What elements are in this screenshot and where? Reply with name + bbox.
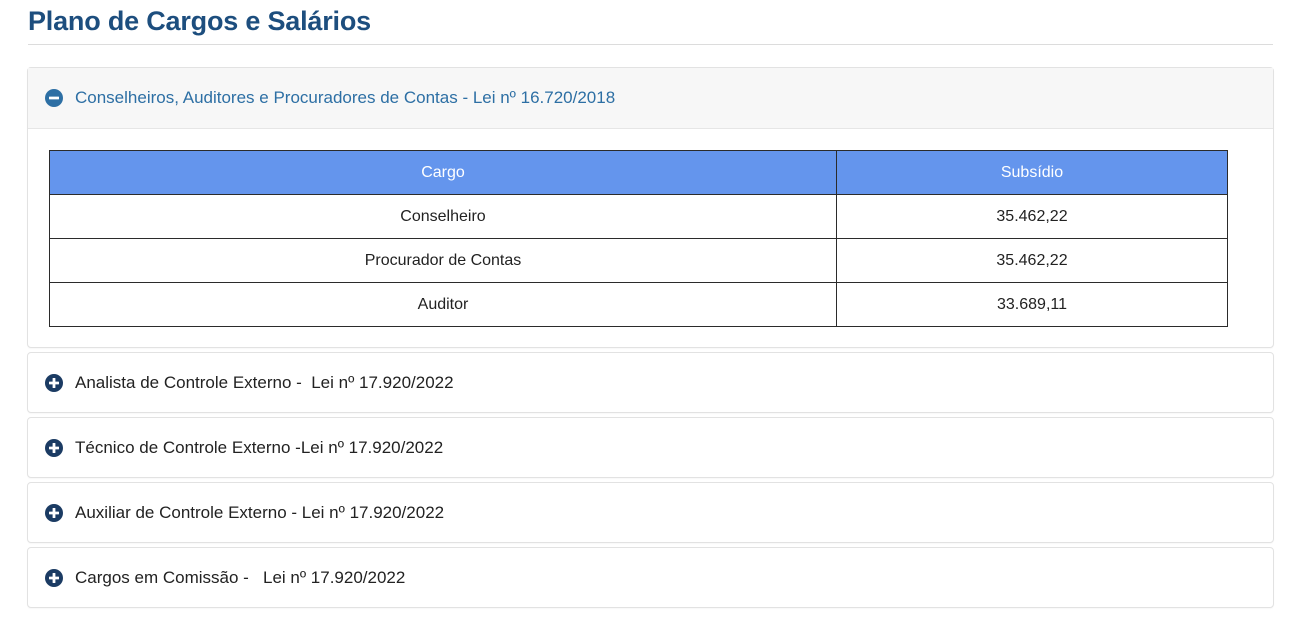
cell-subsidio: 35.462,22 [836, 238, 1228, 283]
accordion-header-label: Cargos em Comissão - Lei nº 17.920/2022 [75, 567, 406, 587]
accordion-header-label: Conselheiros, Auditores e Procuradores d… [75, 88, 616, 107]
column-header-cargo: Cargo [49, 150, 837, 195]
cell-cargo: Auditor [49, 282, 837, 327]
accordion-header-analista[interactable]: Analista de Controle Externo - Lei nº 17… [28, 353, 1273, 412]
table-row: Conselheiro 35.462,22 [49, 194, 1228, 239]
table-row: Procurador de Contas 35.462,22 [49, 238, 1228, 283]
accordion-body-conselheiros: Cargo Subsídio Conselheiro 35.462,22 Pro… [28, 129, 1273, 347]
accordion-header-label: Auxiliar de Controle Externo - Lei nº 17… [75, 502, 445, 522]
cell-subsidio: 35.462,22 [836, 194, 1228, 239]
accordion-header-conselheiros[interactable]: Conselheiros, Auditores e Procuradores d… [28, 68, 1273, 129]
accordion-panel-auxiliar: Auxiliar de Controle Externo - Lei nº 17… [27, 482, 1274, 543]
accordion: Conselheiros, Auditores e Procuradores d… [27, 67, 1274, 612]
accordion-header-label: Técnico de Controle Externo -Lei nº 17.9… [75, 437, 444, 457]
column-header-subsidio: Subsídio [836, 150, 1228, 195]
accordion-panel-conselheiros: Conselheiros, Auditores e Procuradores d… [27, 67, 1274, 348]
table-row: Auditor 33.689,11 [49, 282, 1228, 327]
accordion-panel-tecnico: Técnico de Controle Externo -Lei nº 17.9… [27, 417, 1274, 478]
plus-circle-icon[interactable] [45, 438, 63, 457]
plus-circle-icon[interactable] [45, 503, 63, 522]
minus-circle-icon[interactable] [45, 89, 63, 107]
accordion-header-tecnico[interactable]: Técnico de Controle Externo -Lei nº 17.9… [28, 418, 1273, 477]
plus-circle-icon[interactable] [45, 373, 63, 392]
page-title: Plano de Cargos e Salários [28, 6, 371, 36]
salary-table: Cargo Subsídio Conselheiro 35.462,22 Pro… [49, 150, 1228, 327]
cell-cargo: Conselheiro [49, 194, 837, 239]
plus-circle-icon[interactable] [45, 568, 63, 587]
accordion-header-label: Analista de Controle Externo - Lei nº 17… [75, 372, 454, 392]
accordion-header-comissao[interactable]: Cargos em Comissão - Lei nº 17.920/2022 [28, 548, 1273, 607]
cell-subsidio: 33.689,11 [836, 282, 1228, 327]
table-header-row: Cargo Subsídio [49, 150, 1228, 195]
accordion-header-auxiliar[interactable]: Auxiliar de Controle Externo - Lei nº 17… [28, 483, 1273, 542]
accordion-panel-analista: Analista de Controle Externo - Lei nº 17… [27, 352, 1274, 413]
accordion-panel-comissao: Cargos em Comissão - Lei nº 17.920/2022 [27, 547, 1274, 608]
title-divider [28, 44, 1273, 45]
cell-cargo: Procurador de Contas [49, 238, 837, 283]
